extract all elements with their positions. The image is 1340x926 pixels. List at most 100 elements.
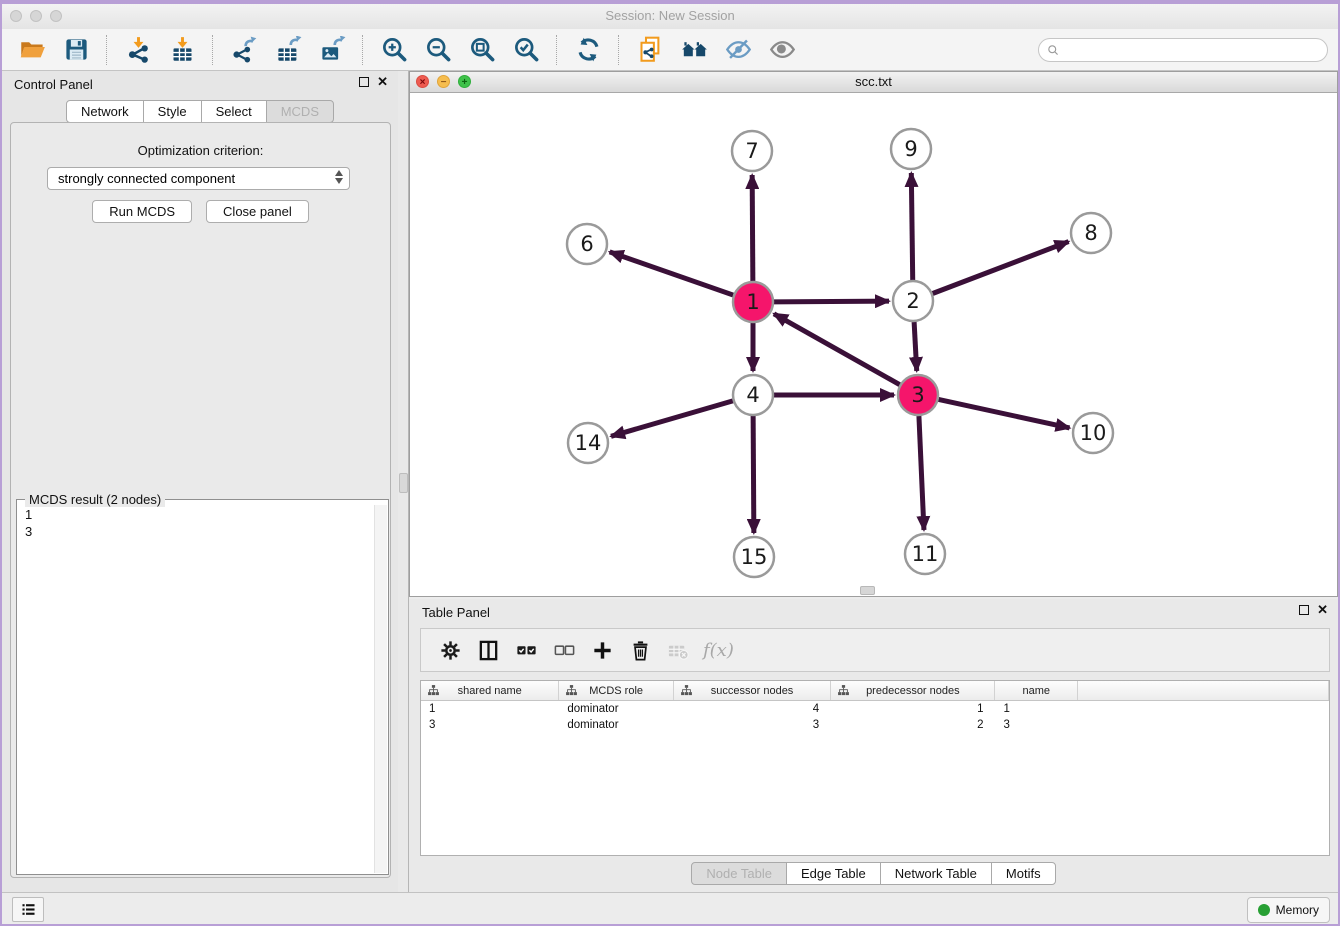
edge-2-8[interactable] — [933, 242, 1069, 294]
edge-1-6[interactable] — [610, 252, 734, 295]
table-toolbar: f(x) — [420, 628, 1330, 672]
toolbar-separator — [556, 35, 558, 65]
column-header-name[interactable]: name — [995, 681, 1078, 700]
network-view-window: × − + scc.txt 7968124314101511 — [409, 71, 1338, 597]
cell: 4 — [674, 701, 831, 717]
column-header-label: successor nodes — [711, 685, 794, 697]
node-label-11: 11 — [912, 542, 939, 566]
node-label-1: 1 — [746, 290, 759, 314]
tab-style[interactable]: Style — [143, 100, 202, 123]
column-header-MCDS-role[interactable]: MCDS role — [559, 681, 674, 700]
zoom-out-icon[interactable] — [423, 35, 453, 65]
node-label-14: 14 — [575, 431, 602, 455]
node-label-15: 15 — [741, 545, 768, 569]
refresh-icon[interactable] — [573, 35, 603, 65]
edge-4-15[interactable] — [753, 416, 754, 533]
tab-network[interactable]: Network — [66, 100, 144, 123]
cell: 1 — [995, 701, 1078, 717]
memory-status-icon — [1258, 904, 1270, 916]
tab-node-table[interactable]: Node Table — [691, 862, 787, 885]
edge-3-1[interactable] — [774, 314, 900, 385]
search-input[interactable] — [1061, 40, 1327, 60]
tab-network-table[interactable]: Network Table — [880, 862, 992, 885]
cell: dominator — [559, 717, 674, 733]
edge-1-2[interactable] — [774, 301, 889, 302]
edge-3-10[interactable] — [939, 399, 1070, 427]
network-window-titlebar: × − + scc.txt — [410, 72, 1337, 93]
export-table-icon[interactable] — [273, 35, 303, 65]
attribute-tree-icon — [680, 684, 693, 697]
trash-icon[interactable] — [626, 636, 654, 664]
network-view-body[interactable]: 7968124314101511 — [410, 93, 1337, 597]
select-all-icon[interactable] — [512, 636, 540, 664]
column-header-empty[interactable] — [1078, 681, 1329, 700]
table-row[interactable]: 1dominator411 — [421, 701, 1329, 717]
table-row[interactable]: 3dominator323 — [421, 717, 1329, 733]
panel-menu-button[interactable] — [12, 897, 44, 922]
node-label-7: 7 — [745, 139, 758, 163]
divider-handle[interactable] — [399, 473, 408, 493]
zoom-selected-icon[interactable] — [511, 35, 541, 65]
zoom-fit-icon[interactable] — [467, 35, 497, 65]
tab-motifs[interactable]: Motifs — [991, 862, 1056, 885]
save-icon[interactable] — [61, 35, 91, 65]
node-table: shared name MCDS role successor nodes prede… — [420, 680, 1330, 856]
tab-edge-table[interactable]: Edge Table — [786, 862, 881, 885]
zoom-in-icon[interactable] — [379, 35, 409, 65]
export-network-icon[interactable] — [229, 35, 259, 65]
run-mcds-button[interactable]: Run MCDS — [92, 200, 192, 223]
cell: 3 — [421, 717, 559, 733]
clone-network-icon[interactable] — [635, 35, 665, 65]
import-network-icon[interactable] — [123, 35, 153, 65]
export-image-icon[interactable] — [317, 35, 347, 65]
attribute-tree-icon — [837, 684, 850, 697]
toolbar-separator — [362, 35, 364, 65]
node-label-6: 6 — [580, 232, 593, 256]
open-icon[interactable] — [17, 35, 47, 65]
float-panel-icon[interactable] — [359, 77, 369, 87]
edge-2-3[interactable] — [914, 322, 917, 371]
node-label-10: 10 — [1080, 421, 1107, 445]
cell: dominator — [559, 701, 674, 717]
mcds-result-text[interactable]: 13 — [18, 506, 375, 873]
close-panel-icon[interactable]: ✕ — [377, 77, 388, 87]
gear-icon[interactable] — [436, 636, 464, 664]
columns-icon[interactable] — [474, 636, 502, 664]
mcds-result-box: MCDS result (2 nodes) 13 — [16, 499, 389, 875]
edge-3-11[interactable] — [919, 416, 924, 530]
memory-button[interactable]: Memory — [1247, 897, 1330, 923]
close-table-panel-icon[interactable]: ✕ — [1317, 605, 1328, 615]
column-header-successor-nodes[interactable]: successor nodes — [674, 681, 831, 700]
edge-2-9[interactable] — [911, 173, 912, 280]
window-title: Session: New Session — [2, 8, 1338, 23]
tab-select[interactable]: Select — [201, 100, 267, 123]
close-panel-button[interactable]: Close panel — [206, 200, 309, 223]
node-label-8: 8 — [1084, 221, 1097, 245]
unselect-all-icon[interactable] — [550, 636, 578, 664]
optimization-dropdown[interactable]: strongly connected component — [47, 167, 350, 190]
status-bar: Memory — [2, 892, 1338, 924]
tab-mcds[interactable]: MCDS — [266, 100, 334, 123]
network-canvas[interactable]: 7968124314101511 — [410, 93, 1337, 597]
panel-divider[interactable] — [398, 71, 409, 893]
toolbar-separator — [618, 35, 620, 65]
float-table-panel-icon[interactable] — [1299, 605, 1309, 615]
optimization-dropdown-value: strongly connected component — [58, 171, 235, 186]
view-resize-handle[interactable] — [860, 586, 875, 595]
home-icon[interactable] — [679, 35, 709, 65]
attribute-tree-icon — [565, 684, 578, 697]
search-icon — [1046, 43, 1061, 58]
eye-slash-icon[interactable] — [723, 35, 753, 65]
column-header-shared-name[interactable]: shared name — [421, 681, 559, 700]
node-label-3: 3 — [911, 383, 924, 407]
eye-icon[interactable] — [767, 35, 797, 65]
column-header-predecessor-nodes[interactable]: predecessor nodes — [831, 681, 995, 700]
add-icon[interactable] — [588, 636, 616, 664]
column-header-label: shared name — [458, 685, 522, 697]
edge-1-7[interactable] — [752, 175, 753, 281]
search-box[interactable] — [1038, 38, 1328, 62]
result-scrollbar[interactable] — [374, 505, 387, 873]
import-table-icon[interactable] — [167, 35, 197, 65]
edge-4-14[interactable] — [611, 401, 733, 436]
attribute-tree-icon — [427, 684, 440, 697]
